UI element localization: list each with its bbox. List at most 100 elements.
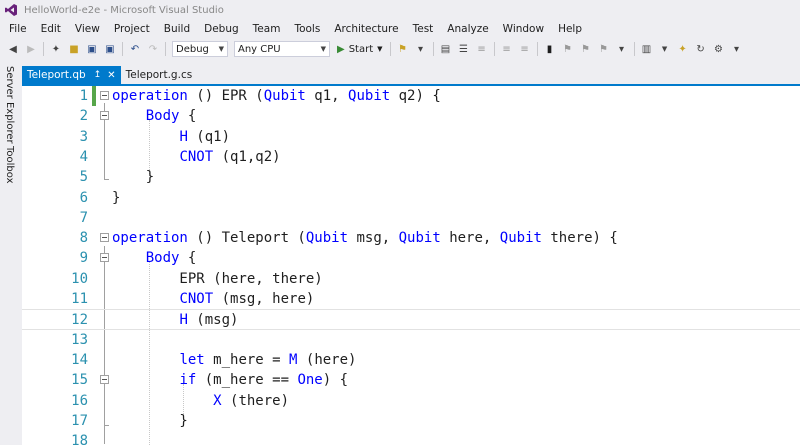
code-line[interactable]: 9 Body { [22, 248, 800, 268]
overflow-icon[interactable]: ▾ [414, 42, 428, 56]
menu-edit[interactable]: Edit [34, 23, 68, 35]
menu-help[interactable]: Help [551, 23, 589, 35]
code-line[interactable]: 15 if (m_here == One) { [22, 370, 800, 390]
uncomment-icon[interactable]: ≡ [518, 42, 532, 56]
find-in-files-icon[interactable]: ⚑ [396, 42, 410, 56]
code-line[interactable]: 3 H (q1) [22, 127, 800, 147]
menu-analyze[interactable]: Analyze [440, 23, 495, 35]
code-line[interactable]: 12 H (msg) [22, 309, 800, 330]
code-text: Body { [112, 106, 197, 126]
redo-icon[interactable]: ↷ [146, 42, 160, 56]
back-icon[interactable]: ◀ [6, 42, 20, 56]
collapse-icon[interactable] [100, 375, 109, 385]
code-token: (q1,q2) [213, 148, 281, 165]
code-line[interactable]: 10 EPR (here, there) [22, 269, 800, 289]
code-line[interactable]: 2 Body { [22, 106, 800, 126]
menu-test[interactable]: Test [406, 23, 441, 35]
code-line[interactable]: 14 let m_here = M (here) [22, 350, 800, 370]
code-line[interactable]: 7 [22, 208, 800, 228]
tab-teleport-g-cs[interactable]: Teleport.g.cs [121, 66, 198, 84]
menu-debug[interactable]: Debug [197, 23, 246, 35]
toolbar-separator [43, 42, 44, 56]
menu-team[interactable]: Team [246, 23, 288, 35]
chevron-down-icon[interactable]: ▼ [377, 45, 382, 53]
menu-file[interactable]: File [2, 23, 34, 35]
code-line[interactable]: 1 operation () EPR (Qubit q1, Qubit q2) { [22, 86, 800, 106]
code-token: { [179, 250, 197, 267]
solution-configuration-dropdown[interactable]: Debug ▼ [172, 41, 228, 57]
code-line[interactable]: 8 operation () Teleport (Qubit msg, Qubit… [22, 228, 800, 248]
toolbar-separator [432, 42, 434, 56]
clear-bookmarks-icon[interactable]: ⚑ [597, 42, 611, 56]
overflow-icon[interactable]: ▾ [730, 42, 744, 56]
toolbar-separator [165, 42, 166, 56]
code-token: EPR (here, there) [112, 270, 323, 287]
keyword-token: Body [145, 108, 180, 125]
overflow-icon[interactable]: ▾ [615, 42, 629, 56]
collapse-icon[interactable] [100, 253, 109, 263]
collapse-icon[interactable] [100, 111, 109, 121]
solution-explorer-icon[interactable]: ▤ [439, 42, 453, 56]
collapse-icon[interactable] [100, 91, 109, 100]
code-editor[interactable]: 1 operation () EPR (Qubit q1, Qubit q2) {… [22, 86, 800, 445]
toolbar-separator [493, 42, 495, 56]
line-number: 1 [79, 88, 88, 104]
code-text: operation () Teleport (Qubit msg, Qubit … [112, 228, 618, 248]
refresh-icon[interactable]: ↻ [694, 42, 708, 56]
code-token: ) { [322, 372, 349, 389]
code-line[interactable]: 4 CNOT (q1,q2) [22, 147, 800, 167]
menu-architecture[interactable]: Architecture [327, 23, 405, 35]
forward-icon[interactable]: ▶ [24, 42, 38, 56]
code-line[interactable]: 11 CNOT (msg, here) [22, 289, 800, 309]
keyword-token: Body [145, 250, 180, 267]
toolbar-separator [633, 42, 635, 56]
code-token: m_here = [204, 351, 290, 368]
code-text: H (msg) [112, 310, 238, 330]
code-token: () EPR ( [187, 88, 264, 104]
code-token: } [112, 412, 188, 429]
bookmark-icon[interactable]: ▮ [543, 42, 557, 56]
properties-icon[interactable]: ☰ [457, 42, 471, 56]
code-line[interactable]: 16 X (there) [22, 391, 800, 411]
document-icon[interactable]: ▥ [640, 42, 654, 56]
comment-icon[interactable]: ≡ [500, 42, 514, 56]
menu-window[interactable]: Window [496, 23, 551, 35]
settings-icon[interactable]: ⚙ [712, 42, 726, 56]
new-project-icon[interactable]: ✦ [49, 42, 63, 56]
menu-tools[interactable]: Tools [287, 23, 327, 35]
open-folder-icon[interactable]: ■ [67, 42, 81, 56]
tab-label: Teleport.g.cs [125, 69, 193, 81]
start-debugging-button[interactable]: ▶ Start ▼ [337, 44, 383, 55]
server-explorer-tab[interactable]: Server Explorer [4, 66, 15, 144]
menu-view[interactable]: View [68, 23, 107, 35]
save-icon[interactable]: ▣ [85, 42, 99, 56]
code-line[interactable]: 18 [22, 431, 800, 445]
code-line[interactable]: 13 [22, 330, 800, 350]
chevron-down-icon[interactable]: ▼ [658, 42, 672, 56]
collapse-icon[interactable] [100, 233, 109, 243]
code-text: Body { [112, 248, 197, 268]
code-text: let m_here = M (here) [112, 350, 356, 370]
line-number: 6 [79, 189, 88, 206]
next-bookmark-icon[interactable]: ⚑ [579, 42, 593, 56]
code-line[interactable]: 6} [22, 188, 800, 208]
keyword-token: Qubit [305, 230, 349, 247]
menu-project[interactable]: Project [107, 23, 157, 35]
toggle-icon[interactable]: ≡ [475, 42, 489, 56]
menu-build[interactable]: Build [157, 23, 197, 35]
solution-platform-dropdown[interactable]: Any CPU ▼ [234, 41, 330, 57]
save-all-icon[interactable]: ▣ [103, 42, 117, 56]
pin-icon[interactable]: ↥ [94, 70, 102, 80]
keyword-token: Qubit [348, 88, 391, 104]
code-text: } [112, 188, 120, 208]
code-text: CNOT (q1,q2) [112, 147, 281, 167]
previous-bookmark-icon[interactable]: ⚑ [561, 42, 575, 56]
code-line[interactable]: 5 } [22, 167, 800, 187]
team-explorer-icon[interactable]: ✦ [676, 42, 690, 56]
tab-teleport-qb[interactable]: Teleport.qb ↥ ✕ [22, 66, 121, 84]
close-icon[interactable]: ✕ [107, 70, 115, 81]
undo-icon[interactable]: ↶ [128, 42, 142, 56]
toolbox-tab[interactable]: Toolbox [4, 146, 15, 184]
code-line[interactable]: 17 } [22, 411, 800, 431]
